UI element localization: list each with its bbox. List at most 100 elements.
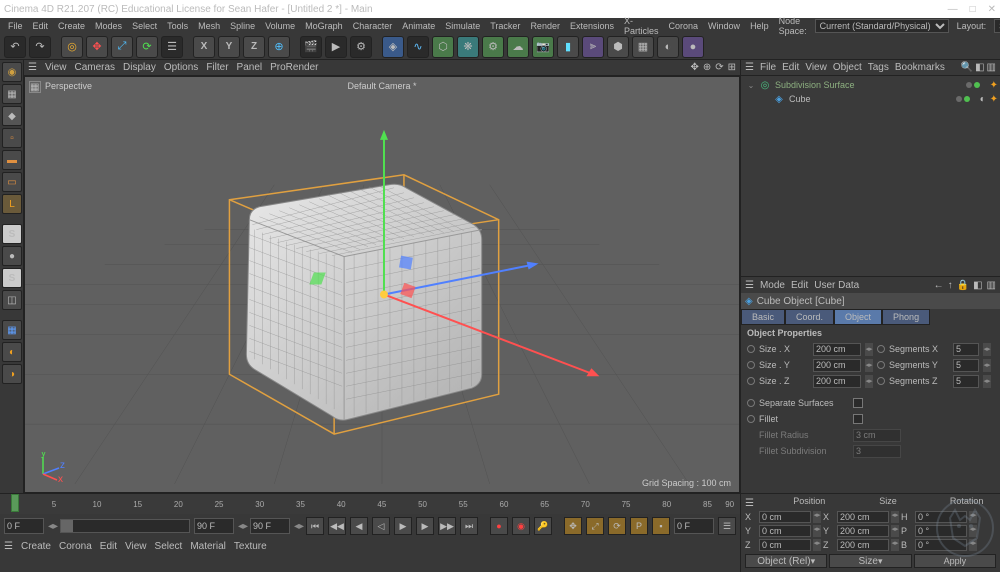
tab-coord[interactable]: Coord.	[785, 309, 834, 325]
nodespace-select[interactable]: Current (Standard/Physical)	[815, 19, 949, 33]
pos-y-input[interactable]: 0 cm	[759, 525, 811, 537]
spinner[interactable]: ◂▸	[865, 343, 873, 356]
nav-up-icon[interactable]: ↑	[948, 280, 953, 291]
scale-key-button[interactable]: ⤢	[586, 517, 604, 535]
pos-x-input[interactable]: 0 cm	[759, 511, 811, 523]
edge-mode[interactable]: ▬	[2, 150, 22, 170]
menu-item[interactable]: Animate	[398, 21, 439, 31]
z-axis-lock[interactable]: Z	[243, 36, 265, 58]
menu-item[interactable]: Window	[704, 21, 744, 31]
menu-item[interactable]: Volume	[261, 21, 299, 31]
menu-item[interactable]: MoGraph	[301, 21, 347, 31]
workplane-mode[interactable]: ◆	[2, 106, 22, 126]
playhead[interactable]	[11, 494, 19, 512]
keyframe-dot[interactable]	[747, 377, 755, 385]
hamburger-icon[interactable]: ☰	[28, 62, 37, 73]
coord-mode-select[interactable]: Object (Rel) ▾	[745, 554, 827, 568]
menu-item[interactable]: Extensions	[566, 21, 618, 31]
nav-zoom-icon[interactable]: ⊕	[703, 62, 711, 73]
menu-item[interactable]: Tools	[163, 21, 192, 31]
om-menu[interactable]: Bookmarks	[895, 62, 945, 73]
tag-icon[interactable]: ✦	[990, 94, 998, 105]
point-mode[interactable]: ▫	[2, 128, 22, 148]
snap-settings[interactable]: ●	[2, 246, 22, 266]
start-frame-input[interactable]	[4, 518, 44, 534]
bottom-menu[interactable]: View	[125, 541, 147, 552]
spinner[interactable]: ◂▸	[865, 375, 873, 388]
camera-tool[interactable]: 📷	[532, 36, 554, 58]
bottom-menu[interactable]: Edit	[100, 541, 117, 552]
tweak[interactable]: ◑	[2, 364, 22, 384]
new-icon[interactable]: ◧	[973, 280, 982, 291]
bottom-menu[interactable]: Select	[155, 541, 183, 552]
cube-primitive[interactable]: ◈	[382, 36, 404, 58]
size-x-input[interactable]: 200 cm	[837, 511, 889, 523]
menu-item[interactable]: Help	[746, 21, 773, 31]
options-button[interactable]: ☰	[718, 517, 736, 535]
menu-item[interactable]: Character	[349, 21, 397, 31]
workplane[interactable]: ◫	[2, 290, 22, 310]
light-tool[interactable]: ▮	[557, 36, 579, 58]
render-view[interactable]: 🎬	[300, 36, 322, 58]
menu-item[interactable]: Mesh	[194, 21, 224, 31]
menu-item[interactable]: Modes	[91, 21, 126, 31]
hamburger-icon[interactable]: ☰	[745, 62, 754, 73]
keyframe-dot[interactable]	[877, 345, 885, 353]
menu-item[interactable]: Tracker	[486, 21, 524, 31]
goto-start-button[interactable]: ⏮	[306, 517, 324, 535]
segments-z-input[interactable]: 5	[953, 375, 979, 388]
param-key-button[interactable]: P	[630, 517, 648, 535]
quantize[interactable]: S	[2, 268, 22, 288]
filter-icon[interactable]: ◧	[975, 62, 984, 73]
render-settings[interactable]: ⚙	[350, 36, 372, 58]
rot-key-button[interactable]: ⟳	[608, 517, 626, 535]
tag-tool[interactable]: ◐	[657, 36, 679, 58]
play-back-button[interactable]: ◁	[372, 517, 390, 535]
tab-basic[interactable]: Basic	[741, 309, 785, 325]
select-tool[interactable]: ◎	[61, 36, 83, 58]
bottom-menu[interactable]: Material	[190, 541, 226, 552]
size-y-input[interactable]: 200 cm	[837, 525, 889, 537]
keyframe-dot[interactable]	[877, 377, 885, 385]
render-pv[interactable]: ▶	[325, 36, 347, 58]
spinner[interactable]: ◂▸	[983, 343, 991, 356]
om-menu[interactable]: Object	[833, 62, 862, 73]
viewport-menu[interactable]: Panel	[237, 62, 263, 73]
field-tool[interactable]: ▦	[632, 36, 654, 58]
snap-toggle[interactable]: S	[2, 224, 22, 244]
menu-item[interactable]: X-Particles	[620, 16, 663, 36]
undo-button[interactable]: ↶	[4, 36, 26, 58]
maximize-viewport-icon[interactable]: ⊞	[728, 62, 736, 73]
xp-tool[interactable]: ●	[682, 36, 704, 58]
goto-end-button[interactable]: ⏭	[460, 517, 478, 535]
bottom-menu[interactable]: Corona	[59, 541, 92, 552]
spline-tool[interactable]: ∿	[407, 36, 429, 58]
object-item-cube[interactable]: ◈ Cube ◐ ✦	[743, 92, 998, 106]
hamburger-icon[interactable]: ☰	[4, 541, 13, 552]
polygon-mode[interactable]: ▭	[2, 172, 22, 192]
keyframe-dot[interactable]	[747, 345, 755, 353]
viewport-menu[interactable]: View	[45, 62, 67, 73]
object-tree[interactable]: ⌄ ◎ Subdivision Surface ✦ ◈ Cube ◐ ✦	[741, 76, 1000, 276]
current-frame-display[interactable]	[674, 518, 714, 534]
coord-system[interactable]: ⊕	[268, 36, 290, 58]
close-icon[interactable]: ✕	[988, 4, 996, 15]
menu-item[interactable]: File	[4, 21, 27, 31]
minimize-icon[interactable]: —	[948, 4, 958, 15]
size-z-input[interactable]: 200 cm	[813, 375, 861, 388]
viewport-menu[interactable]: Cameras	[74, 62, 115, 73]
rotate-tool[interactable]: ⟳	[136, 36, 158, 58]
nav-move-icon[interactable]: ✥	[690, 62, 698, 73]
keyframe-sel-button[interactable]: 🔑	[534, 517, 552, 535]
pos-key-button[interactable]: ✥	[564, 517, 582, 535]
keyframe-dot[interactable]	[877, 361, 885, 369]
expand-icon[interactable]: ⌄	[747, 81, 755, 90]
om-menu[interactable]: Tags	[868, 62, 889, 73]
pla-key-button[interactable]: ▪	[652, 517, 670, 535]
om-menu[interactable]: Edit	[782, 62, 799, 73]
texture-mode[interactable]: ▦	[2, 84, 22, 104]
hamburger-icon[interactable]: ☰	[745, 280, 754, 291]
size-mode-select[interactable]: Size ▾	[829, 554, 911, 568]
redo-button[interactable]: ↷	[29, 36, 51, 58]
spinner[interactable]: ◂▸	[983, 375, 991, 388]
